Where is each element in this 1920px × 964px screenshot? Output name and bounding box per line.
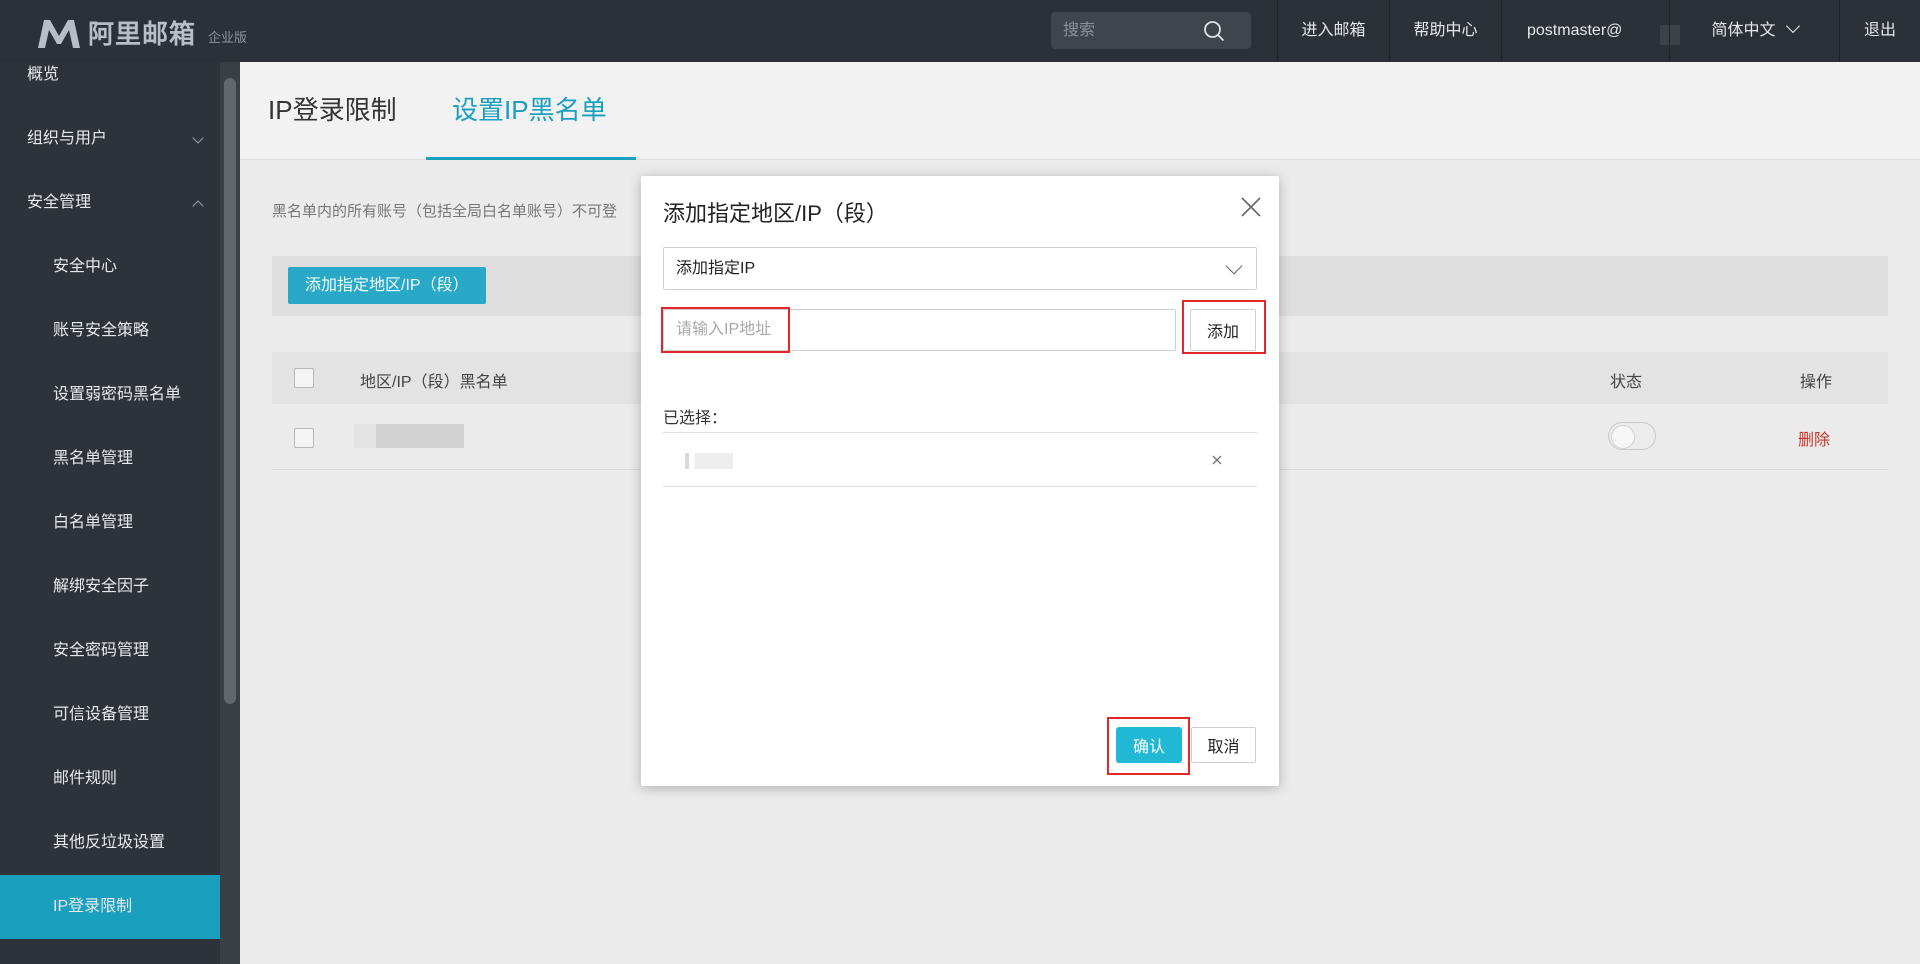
dialog-title: 添加指定地区/IP（段） <box>663 201 888 226</box>
redacted-ip-value <box>354 424 464 448</box>
sidebar-item-blacklist[interactable]: 黑名单管理 <box>0 427 220 491</box>
sidebar-item-anti-spam[interactable]: 其他反垃圾设置 <box>0 811 220 875</box>
sidebar-item-unbind-factor[interactable]: 解绑安全因子 <box>0 555 220 619</box>
sidebar-scrollbar-thumb[interactable] <box>224 78 236 704</box>
sidebar-item-org-users[interactable]: 组织与用户 <box>0 107 220 171</box>
add-region-ip-button[interactable]: 添加指定地区/IP（段） <box>288 267 486 304</box>
sidebar-item-weak-password[interactable]: 设置弱密码黑名单 <box>0 363 220 427</box>
add-ip-button[interactable]: 添加 <box>1190 309 1256 351</box>
add-type-select[interactable]: 添加指定IP <box>663 247 1257 290</box>
confirm-button[interactable]: 确认 <box>1116 727 1182 763</box>
sidebar-item-account-policy[interactable]: 账号安全策略 <box>0 299 220 363</box>
active-tab-indicator <box>426 157 636 160</box>
search-box <box>1051 12 1251 49</box>
logout-link[interactable]: 退出 <box>1839 0 1920 62</box>
tab-ip-blacklist[interactable]: 设置IP黑名单 <box>452 90 607 127</box>
selected-list-divider-bottom <box>663 486 1257 487</box>
language-label: 简体中文 <box>1711 22 1776 39</box>
select-all-checkbox[interactable] <box>294 368 314 388</box>
status-toggle[interactable] <box>1608 422 1656 450</box>
sidebar-item-label: 组织与用户 <box>27 130 108 147</box>
nav-enter-mailbox[interactable]: 进入邮箱 <box>1277 0 1389 62</box>
sidebar-item-mail-rules[interactable]: 邮件规则 <box>0 747 220 811</box>
delete-link[interactable]: 删除 <box>1798 426 1830 450</box>
close-icon[interactable] <box>1238 194 1264 220</box>
top-bar: 阿里邮箱 企业版 进入邮箱 帮助中心 postmaster@ 简体中文 退出 <box>0 0 1920 62</box>
chevron-down-icon <box>1225 257 1243 275</box>
language-selector[interactable]: 简体中文 <box>1669 0 1839 62</box>
search-icon[interactable] <box>1203 20 1225 42</box>
ip-address-input[interactable] <box>663 309 1176 351</box>
sidebar-item-overview[interactable]: 概览 <box>0 43 220 107</box>
tabs-bar: IP登录限制 设置IP黑名单 <box>240 62 1920 160</box>
nav-user-account[interactable]: postmaster@ <box>1501 0 1669 62</box>
sidebar: 概览 组织与用户 安全管理 安全中心 账号安全策略 设置弱密码黑名单 黑名单管理… <box>0 62 220 964</box>
sidebar-item-whitelist[interactable]: 白名单管理 <box>0 491 220 555</box>
search-input[interactable] <box>1063 12 1203 49</box>
sidebar-item-ip-login[interactable]: IP登录限制 <box>0 875 220 939</box>
blacklist-notice: 黑名单内的所有账号（包括全局白名单账号）不可登 <box>272 203 618 220</box>
chevron-down-icon <box>192 132 204 144</box>
add-region-ip-dialog: 添加指定地区/IP（段） 添加指定IP 添加 已选择： 确认 取消 <box>641 176 1279 786</box>
sidebar-item-security[interactable]: 安全管理 <box>0 171 220 235</box>
sidebar-item-trusted-devices[interactable]: 可信设备管理 <box>0 683 220 747</box>
redacted-selected-ip <box>685 453 733 469</box>
column-header-status: 状态 <box>1610 374 1643 391</box>
selected-label: 已选择： <box>663 410 728 427</box>
nav-help-center[interactable]: 帮助中心 <box>1389 0 1501 62</box>
sidebar-item-security-center[interactable]: 安全中心 <box>0 235 220 299</box>
column-header-region: 地区/IP（段）黑名单 <box>360 374 508 391</box>
cancel-button[interactable]: 取消 <box>1191 727 1256 763</box>
user-name: postmaster@ <box>1527 22 1623 39</box>
remove-selected-icon[interactable] <box>1209 452 1225 468</box>
sidebar-item-security-password[interactable]: 安全密码管理 <box>0 619 220 683</box>
chevron-up-icon <box>192 200 204 212</box>
chevron-down-icon <box>1785 18 1800 34</box>
sidebar-item-label: 安全管理 <box>27 194 92 211</box>
column-header-action: 操作 <box>1800 374 1833 391</box>
row-checkbox[interactable] <box>294 428 314 448</box>
selected-list-divider-top <box>663 432 1257 433</box>
tab-ip-login-restriction[interactable]: IP登录限制 <box>268 90 397 127</box>
select-value: 添加指定IP <box>676 260 756 277</box>
